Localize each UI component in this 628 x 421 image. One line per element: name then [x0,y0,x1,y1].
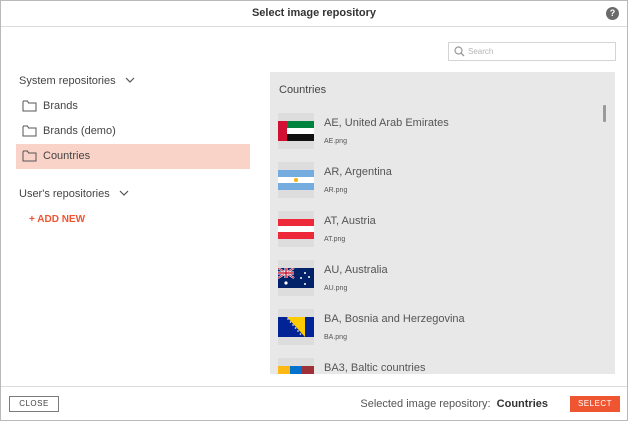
search-box[interactable] [448,42,616,61]
image-thumbnail [278,260,314,296]
image-thumbnail [278,309,314,345]
search-icon [454,46,465,57]
repo-item-label: Brands [43,100,78,112]
search-input[interactable] [468,45,608,58]
image-item-name: AT, Austria [324,215,376,227]
panel-scrollbar[interactable] [603,105,606,122]
image-item-ae[interactable]: AE, United Arab Emirates AE.png [278,113,598,157]
folder-icon [22,125,37,137]
baltic-flag-icon [278,366,314,374]
image-item-ba3[interactable]: BA3, Baltic countries [278,358,598,374]
repo-item-brands[interactable]: Brands [16,94,250,119]
help-icon[interactable]: ? [606,7,619,20]
image-item-name: BA, Bosnia and Herzegovina [324,313,465,325]
user-repositories-toggle[interactable]: User's repositories [19,188,129,200]
system-repositories-toggle[interactable]: System repositories [19,75,135,87]
image-item-au[interactable]: AU, Australia AU.png [278,260,598,304]
image-item-filename: AE.png [324,138,347,145]
au-flag-icon [278,268,314,288]
selected-repository-info: Selected image repository: Countries [360,398,548,410]
image-item-filename: AU.png [324,285,348,292]
select-button[interactable]: SELECT [570,396,620,412]
repo-item-brands-demo[interactable]: Brands (demo) [16,119,250,144]
image-thumbnail [278,358,314,374]
image-thumbnail [278,162,314,198]
image-item-filename: AR.png [324,187,348,194]
dialog-title: Select image repository [251,7,377,19]
selected-repository-label: Selected image repository: [360,398,491,410]
repository-content-panel: Countries AE, United Arab Emirates AE.pn… [270,72,615,374]
select-image-repository-dialog: Select image repository ? System reposit… [0,0,628,421]
repo-item-countries[interactable]: Countries [16,144,250,169]
image-thumbnail [278,211,314,247]
selected-repository-value: Countries [496,398,548,410]
repo-item-label: Countries [43,150,91,162]
image-item-name: BA3, Baltic countries [324,362,426,374]
image-item-name: AE, United Arab Emirates [324,117,449,129]
image-item-ba[interactable]: BA, Bosnia and Herzegovina BA.png [278,309,598,353]
system-repositories-heading: System repositories [19,75,116,87]
ae-flag-icon [278,121,314,141]
image-item-name: AR, Argentina [324,166,392,178]
chevron-down-icon [119,190,129,196]
folder-icon [22,150,37,162]
image-item-name: AU, Australia [324,264,388,276]
image-thumbnail [278,113,314,149]
close-button[interactable]: CLOSE [9,396,59,412]
image-item-at[interactable]: AT, Austria AT.png [278,211,598,255]
image-item-filename: BA.png [324,334,347,341]
dialog-header: Select image repository ? [1,1,627,27]
image-item-filename: AT.png [324,236,346,243]
at-flag-icon [278,219,314,239]
chevron-down-icon [125,77,135,83]
repo-item-label: Brands (demo) [43,125,116,137]
add-new-repository-link[interactable]: + ADD NEW [29,214,85,225]
ar-flag-icon [278,170,314,190]
user-repositories-heading: User's repositories [19,188,110,200]
dialog-footer: CLOSE Selected image repository: Countri… [1,386,627,420]
ba-flag-icon [278,317,314,337]
image-item-ar[interactable]: AR, Argentina AR.png [278,162,598,206]
folder-icon [22,100,37,112]
panel-title: Countries [279,84,327,96]
